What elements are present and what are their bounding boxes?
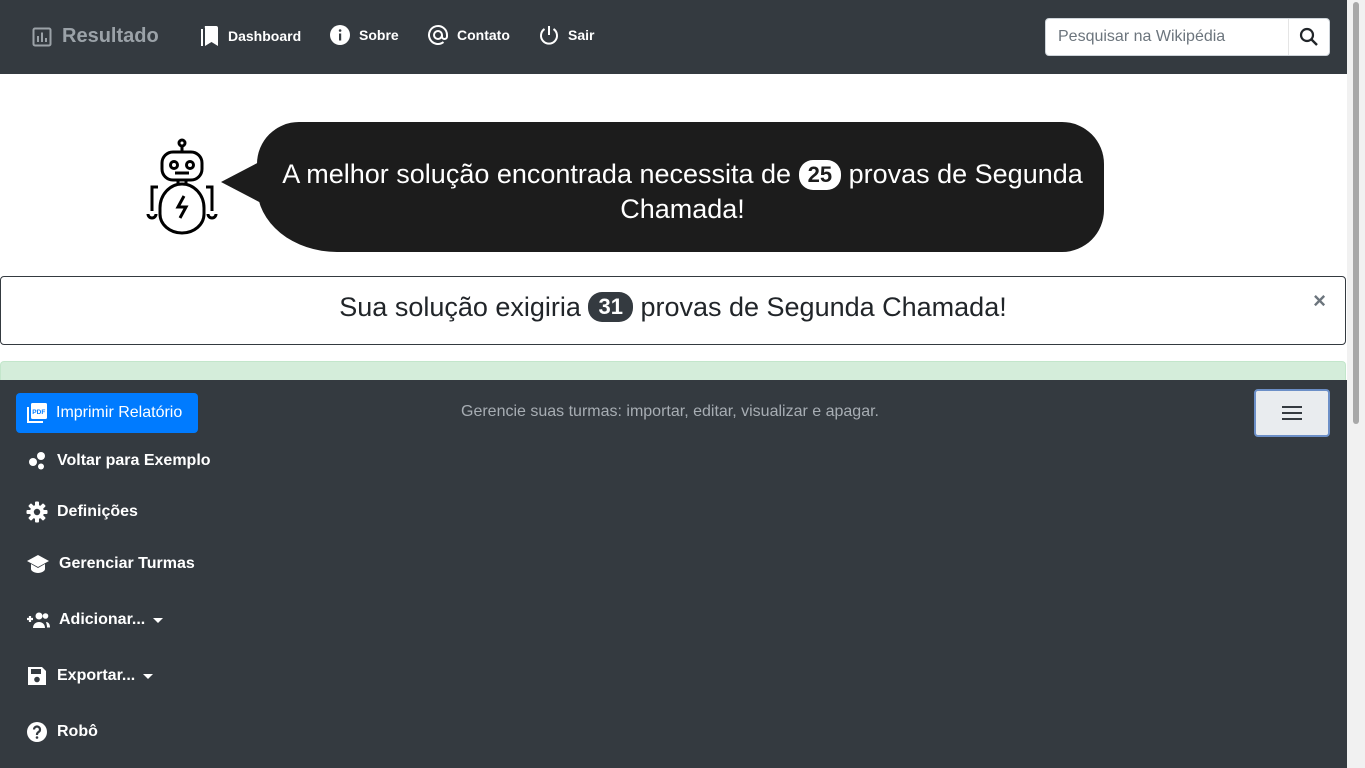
menu-back-to-example-label: Voltar para Exemplo (57, 452, 211, 469)
bubble-count-badge: 25 (798, 160, 842, 190)
menu-toggle-button[interactable] (1254, 389, 1330, 437)
nav-sobre[interactable]: Sobre (329, 24, 399, 46)
nav-contato-label: Contato (457, 27, 510, 43)
gear-icon (26, 501, 48, 523)
bottom-navbar: PDF Imprimir Relatório Gerencie suas tur… (0, 380, 1347, 768)
menu-export-label: Exportar... (57, 667, 136, 684)
search-input[interactable] (1046, 19, 1288, 55)
alert-count-badge: 31 (588, 292, 633, 322)
menu-manage-classes-label: Gerenciar Turmas (59, 555, 195, 572)
navbar-brand[interactable]: Resultado (32, 25, 159, 48)
search-form (1045, 18, 1330, 56)
success-alert-partial (0, 361, 1346, 381)
alert-close-button[interactable]: × (1313, 289, 1326, 313)
search-icon (1299, 27, 1318, 46)
chart-icon (32, 27, 52, 46)
scatter-icon (29, 452, 45, 470)
info-icon (330, 25, 350, 45)
bookmark-icon (201, 26, 218, 46)
nav-sair[interactable]: Sair (538, 24, 594, 46)
brand-label: Resultado (62, 25, 159, 47)
menu-settings[interactable]: Definições (26, 501, 138, 523)
scrollbar-thumb[interactable] (1353, 2, 1359, 424)
pdf-icon: PDF (27, 403, 47, 423)
search-button[interactable] (1288, 19, 1329, 55)
add-group-icon (27, 612, 50, 628)
print-report-button[interactable]: PDF Imprimir Relatório (16, 393, 198, 433)
menu-add-label: Adicionar... (59, 611, 146, 628)
nav-dashboard-label: Dashboard (228, 28, 302, 44)
robot-icon (146, 138, 218, 235)
chevron-down-icon (143, 673, 154, 679)
graduation-cap-icon (27, 555, 49, 573)
save-icon (28, 667, 46, 685)
alert-text-end: provas de Segunda Chamada! (640, 292, 1007, 322)
panel-description: Gerencie suas turmas: importar, editar, … (461, 403, 879, 420)
nav-sair-label: Sair (568, 27, 595, 43)
print-report-label: Imprimir Relatório (56, 404, 183, 421)
menu-robot[interactable]: Robô (26, 721, 98, 743)
alert-text-start: Sua solução exigiria (339, 292, 581, 322)
at-icon (428, 24, 448, 45)
page-scrollbar[interactable] (1347, 0, 1365, 768)
chevron-down-icon (153, 617, 164, 623)
menu-manage-classes[interactable]: Gerenciar Turmas (26, 554, 195, 574)
top-navbar: Resultado Dashboard Sobre Contato Sair (0, 0, 1347, 74)
nav-contato[interactable]: Contato (427, 24, 510, 46)
nav-dashboard[interactable]: Dashboard (200, 24, 301, 48)
result-alert: Sua solução exigiria 31 provas de Segund… (0, 276, 1346, 345)
svg-text:PDF: PDF (32, 409, 45, 416)
bubble-text-start: A melhor solução encontrada necessita de (282, 159, 792, 189)
help-icon (27, 722, 47, 742)
power-icon (540, 26, 558, 45)
menu-settings-label: Definições (57, 503, 138, 520)
nav-sobre-label: Sobre (359, 27, 399, 43)
robot-speech-bubble: A melhor solução encontrada necessita de… (257, 122, 1104, 252)
hamburger-icon (1282, 406, 1302, 420)
menu-robot-label: Robô (57, 723, 98, 740)
menu-add-dropdown[interactable]: Adicionar... (26, 610, 164, 630)
menu-back-to-example[interactable]: Voltar para Exemplo (26, 451, 211, 471)
menu-export-dropdown[interactable]: Exportar... (26, 665, 154, 687)
